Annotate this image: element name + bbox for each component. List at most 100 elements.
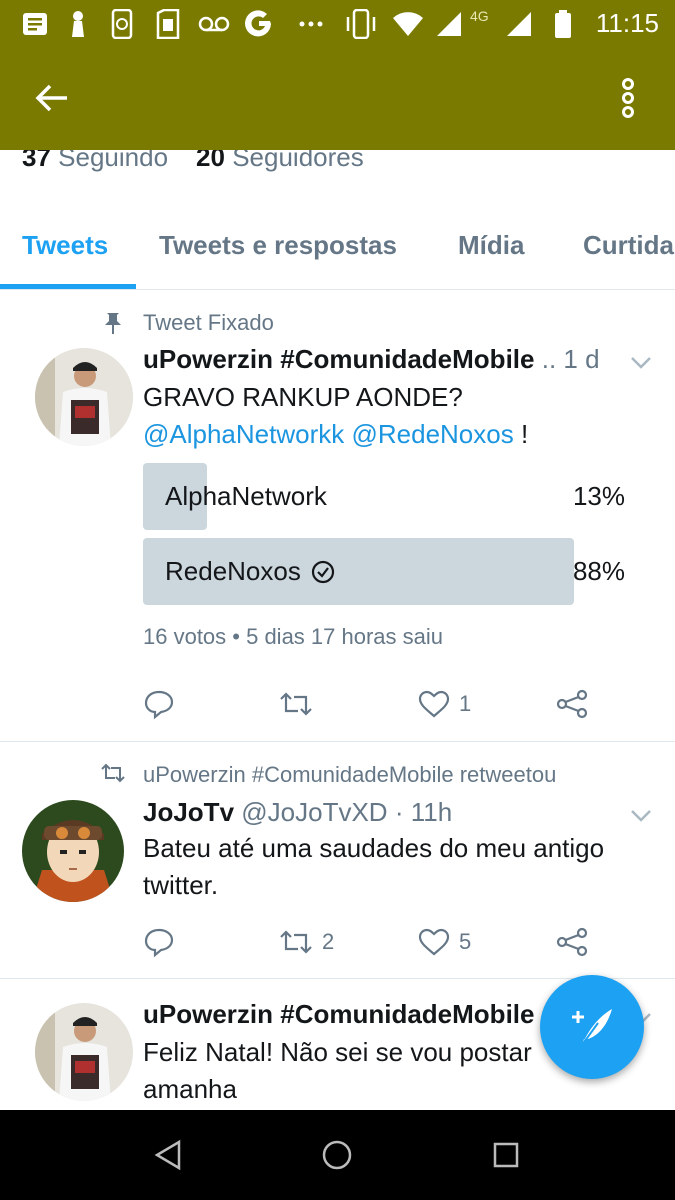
followers-link[interactable]: 20 Seguidores: [196, 142, 364, 172]
pin-icon: [102, 311, 124, 340]
chevron-down-icon: [631, 357, 651, 369]
avatar[interactable]: [35, 1003, 133, 1101]
share-icon: [556, 927, 588, 957]
display-name[interactable]: uPowerzin #ComunidadeMobile: [143, 999, 534, 1029]
follow-counts: 37 Seguindo 20 Seguidores: [22, 142, 364, 173]
check-circle-icon: [311, 560, 334, 583]
more-dots-icon: [298, 10, 324, 38]
following-link[interactable]: 37 Seguindo: [22, 142, 168, 172]
nav-back-button[interactable]: [148, 1135, 188, 1175]
poll-option-label: AlphaNetwork: [165, 481, 327, 512]
tab-likes[interactable]: Curtida: [583, 230, 674, 261]
back-button-overlay[interactable]: [30, 78, 74, 118]
triangle-back-icon: [154, 1139, 181, 1171]
retweet-icon: [100, 762, 126, 789]
poll-meta: 16 votos • 5 dias 17 horas saiu: [143, 624, 443, 649]
compose-tweet-button[interactable]: [540, 975, 644, 1079]
chevron-down-icon: [631, 810, 651, 822]
tweet-item[interactable]: uPowerzin #ComunidadeMobile retweetou Jo…: [0, 742, 675, 979]
retweet-icon: [280, 692, 312, 716]
signal-icon: [436, 10, 462, 38]
retweet-button[interactable]: 2: [278, 922, 334, 962]
status-time: 11:15: [595, 8, 659, 38]
tweet-item[interactable]: Tweet Fixado uPowerzin #ComunidadeMobile…: [0, 291, 675, 742]
tweet-text-main: GRAVO RANKUP AONDE?: [143, 382, 463, 412]
tweet-actions: 2 5: [143, 922, 643, 962]
user-photo-icon: [35, 1003, 133, 1101]
active-tab-indicator: [0, 284, 136, 289]
notification-icon: [22, 10, 48, 38]
nav-recents-button[interactable]: [486, 1135, 526, 1175]
signal-icon: [506, 10, 532, 38]
mention-link[interactable]: @RedeNoxos: [351, 419, 513, 449]
battery-icon: [554, 10, 572, 38]
poll-option: RedeNoxos 88%: [143, 538, 633, 605]
display-name[interactable]: JoJoTv: [143, 797, 234, 827]
mention-link[interactable]: @AlphaNetworkk: [143, 419, 344, 449]
nav-home-button[interactable]: [317, 1135, 357, 1175]
share-button[interactable]: [555, 922, 589, 962]
retweeted-by-label: uPowerzin #ComunidadeMobile retweetou: [143, 762, 557, 787]
handle[interactable]: @JoJoTvXD: [241, 797, 387, 827]
poll-option-text: RedeNoxos: [165, 556, 301, 586]
followers-label: Seguidores: [232, 142, 364, 172]
following-label: Seguindo: [58, 142, 169, 172]
share-button[interactable]: [555, 684, 589, 724]
user-photo-icon: [35, 348, 133, 446]
overflow-menu-button-overlay[interactable]: [613, 76, 643, 120]
following-count: 37: [22, 142, 51, 172]
compose-feather-icon: [572, 1009, 612, 1046]
avatar[interactable]: [22, 800, 124, 902]
like-count: 5: [459, 929, 472, 954]
display-name[interactable]: uPowerzin #ComunidadeMobile: [143, 344, 534, 374]
wifi-icon: [392, 10, 424, 38]
tweet-text: GRAVO RANKUP AONDE? @AlphaNetworkk @Rede…: [143, 379, 643, 453]
tab-tweets[interactable]: Tweets: [22, 230, 108, 261]
status-bar: 4G 11:15: [0, 0, 675, 48]
android-nav-bar: [0, 1110, 675, 1200]
tweet-text: Feliz Natal! Não sei se vou postar amanh…: [143, 1037, 532, 1104]
poll-option-percent: 88%: [572, 556, 625, 586]
profile-tabs: Tweets Tweets e respostas Mídia Curtida: [0, 210, 675, 290]
reply-icon: [144, 928, 174, 958]
reply-button[interactable]: [143, 684, 175, 724]
tweet-header: JoJoTv @JoJoTvXD · 11h: [143, 797, 613, 828]
more-vertical-icon: [622, 78, 634, 118]
reply-icon: [144, 690, 174, 720]
tweet-options-button[interactable]: [629, 355, 653, 375]
tweet-time: · 11h: [394, 797, 453, 827]
arrow-left-icon: [35, 84, 67, 112]
sim-icon: [156, 9, 180, 39]
handle-truncated: ..: [541, 344, 557, 374]
retweet-button[interactable]: [278, 684, 314, 724]
google-icon: [244, 10, 274, 38]
app-bar: [0, 48, 675, 150]
tie-icon: [68, 10, 88, 38]
retweet-count: 2: [322, 929, 335, 954]
poll-option-label: RedeNoxos: [165, 556, 335, 587]
tab-tweets-and-replies[interactable]: Tweets e respostas: [159, 230, 397, 261]
circle-home-icon: [322, 1140, 352, 1170]
anime-avatar-icon: [22, 800, 124, 902]
square-recents-icon: [493, 1142, 519, 1168]
voicemail-icon: [198, 10, 230, 38]
like-button[interactable]: 5: [417, 922, 471, 962]
tweet-text-tail: !: [513, 419, 529, 449]
like-count: 1: [459, 691, 472, 716]
reply-button[interactable]: [143, 922, 175, 962]
poll-option-percent: 13%: [572, 481, 625, 511]
tweet-options-button[interactable]: [629, 808, 653, 828]
like-button[interactable]: 1: [417, 684, 471, 724]
avatar[interactable]: [35, 348, 133, 446]
tweet-time: 1 d: [563, 344, 600, 374]
followers-count: 20: [196, 142, 225, 172]
poll-option-text: AlphaNetwork: [165, 481, 327, 511]
poll-option: AlphaNetwork 13%: [143, 463, 633, 530]
heart-icon: [418, 690, 450, 718]
heart-icon: [418, 928, 450, 956]
phone-update-icon: [110, 9, 136, 39]
network-type-label: 4G: [470, 8, 489, 24]
tweet-text: Bateu até uma saudades do meu antigo twi…: [143, 833, 605, 900]
tab-media[interactable]: Mídia: [458, 230, 524, 261]
share-icon: [556, 689, 588, 719]
